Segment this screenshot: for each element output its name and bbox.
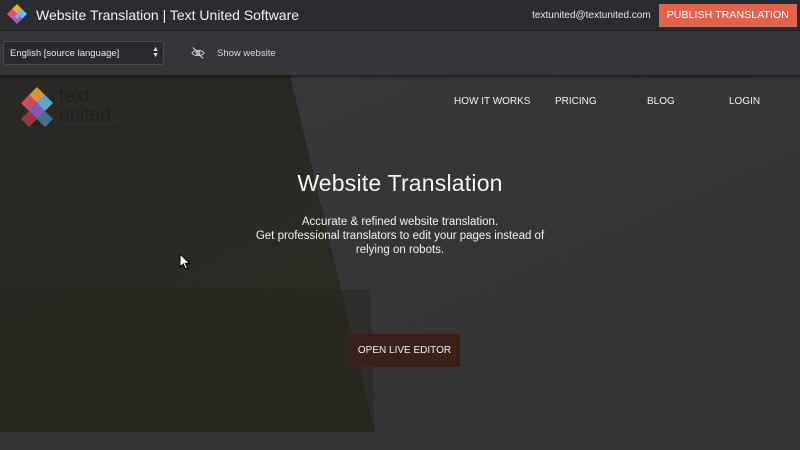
language-select-value: English [source language] (10, 47, 120, 59)
website-preview[interactable]: text united HOW IT WORKS PRICING BLOG LO… (0, 75, 800, 432)
language-select[interactable]: English [source language] ▲ ▼ (3, 41, 164, 65)
editor-toolbar: English [source language] ▲ ▼ Show websit… (0, 31, 800, 75)
open-live-editor-button[interactable]: OPEN LIVE EDITOR (349, 334, 460, 367)
app-header: Website Translation | Text United Softwa… (0, 0, 800, 31)
show-website-toggle[interactable]: Show website (217, 48, 276, 59)
hero-subtitle-line-2: Get professional translators to edit you… (255, 230, 545, 256)
mouse-cursor-icon (179, 253, 191, 270)
hero-subtitle-line-1: Accurate & refined website translation. (301, 216, 499, 228)
hero-subtitle: Accurate & refined website translation. … (250, 215, 550, 257)
select-arrows-icon: ▲ ▼ (152, 46, 159, 59)
app-logo-icon[interactable] (4, 2, 30, 28)
nav-login[interactable]: LOGIN (729, 96, 760, 107)
eye-off-icon[interactable] (191, 46, 205, 60)
site-nav: HOW IT WORKS PRICING BLOG LOGIN (0, 96, 800, 112)
nav-how-it-works[interactable]: HOW IT WORKS (454, 96, 530, 107)
nav-blog[interactable]: BLOG (647, 96, 675, 107)
publish-translation-button[interactable]: PUBLISH TRANSLATION (658, 3, 797, 27)
preview-bottom-strip (0, 432, 800, 450)
user-email[interactable]: textunited@textunited.com (532, 10, 651, 21)
nav-pricing[interactable]: PRICING (555, 96, 597, 107)
hero-title: Website Translation (297, 170, 503, 196)
app-title: Website Translation | Text United Softwa… (36, 7, 300, 23)
